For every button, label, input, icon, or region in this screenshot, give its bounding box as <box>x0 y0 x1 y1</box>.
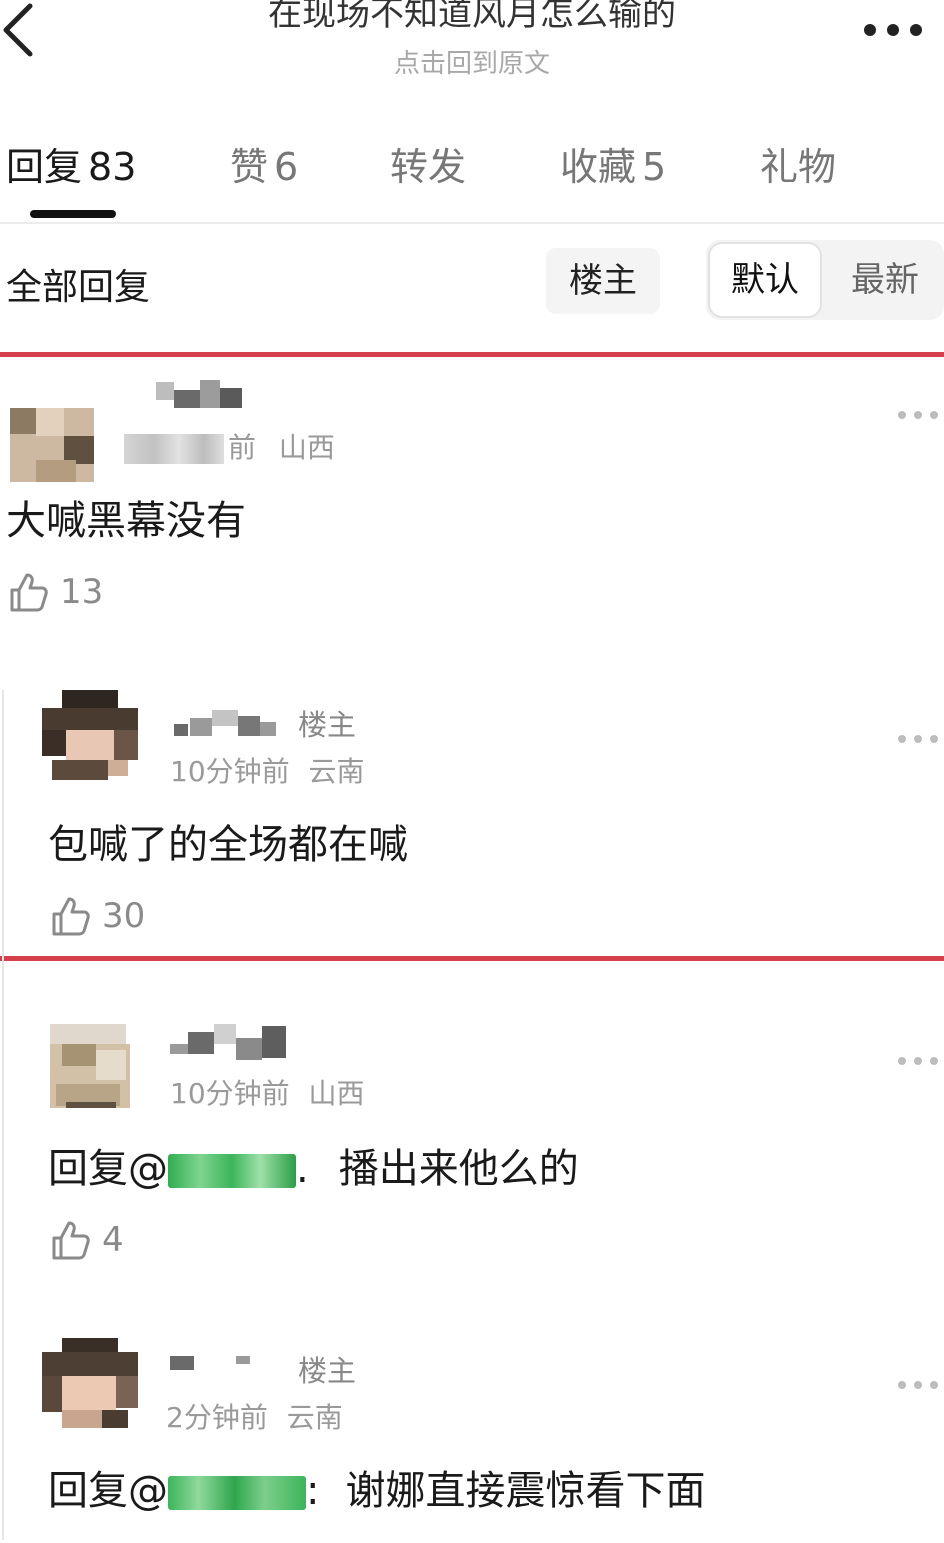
comment-location: 山西 <box>278 431 335 464</box>
mention-blurred[interactable] <box>168 1154 296 1188</box>
time-blurred <box>124 434 224 464</box>
avatar[interactable] <box>42 1338 138 1434</box>
comment-meta: 前 山西 <box>124 426 335 466</box>
comment-location: 云南 <box>286 1401 343 1434</box>
op-badge: 楼主 <box>298 1354 357 1388</box>
comment-meta: 2分钟前 云南 <box>166 1396 343 1436</box>
all-replies-label: 全部回复 <box>6 267 151 308</box>
like-count: 13 <box>60 572 104 612</box>
tab-count: 83 <box>88 145 137 189</box>
tab-label: 礼物 <box>760 145 837 189</box>
tab-count: 6 <box>274 145 299 189</box>
mention-blurred[interactable] <box>168 1476 306 1510</box>
comment-text: 大喊黑幕没有 <box>6 498 246 544</box>
reply-text: 谢娜直接震惊看下面 <box>345 1468 706 1514</box>
tab-label: 回复 <box>6 145 83 189</box>
sort-latest-button[interactable]: 最新 <box>830 242 940 318</box>
reply-prefix: 回复@ <box>48 1468 168 1514</box>
comment-meta: 10分钟前 云南 <box>170 750 365 790</box>
comment-text: 包喊了的全场都在喊 <box>48 822 408 868</box>
post-title: 在现场不知道风月怎么输的 <box>268 0 676 34</box>
comment-time: 10分钟前 <box>170 755 290 788</box>
tab-likes[interactable]: 赞6 <box>230 136 298 191</box>
tab-favorites[interactable]: 收藏 5 <box>560 136 666 191</box>
op-badge: 楼主 <box>298 708 357 742</box>
like-button[interactable]: 4 <box>48 1218 124 1262</box>
reply-separator: : <box>306 1468 320 1514</box>
filter-op-button[interactable]: 楼主 <box>546 248 660 314</box>
tab-count: 5 <box>642 145 667 189</box>
comment-location: 山西 <box>308 1077 365 1110</box>
thumbs-up-icon <box>52 1221 90 1260</box>
like-button[interactable]: 30 <box>48 894 145 938</box>
more-dots-icon[interactable] <box>896 732 940 746</box>
back-to-original-link[interactable]: 点击回到原文 <box>300 43 644 80</box>
highlight-line-top <box>0 352 944 357</box>
comment-text: 回复@: 谢娜直接震惊看下面 <box>48 1458 705 1516</box>
like-count: 4 <box>102 1220 124 1260</box>
sort-default-button[interactable]: 默认 <box>708 242 822 318</box>
tab-replies[interactable]: 回复 83 <box>6 136 136 191</box>
more-horizontal-icon[interactable] <box>858 18 928 42</box>
thumbs-up-icon <box>10 573 48 612</box>
more-dots-icon[interactable] <box>896 1054 940 1068</box>
like-count: 30 <box>102 896 146 936</box>
comment-time: 10分钟前 <box>170 1077 290 1110</box>
thread-divider <box>2 690 4 1540</box>
comment-time: 2分钟前 <box>166 1401 268 1434</box>
more-dots-icon[interactable] <box>896 408 940 422</box>
username-blurred <box>166 1020 292 1060</box>
reply-separator: . <box>296 1146 309 1192</box>
tab-gifts[interactable]: 礼物 <box>760 136 836 191</box>
more-dots-icon[interactable] <box>896 1378 940 1392</box>
comment-time: 前 <box>228 431 257 464</box>
comment-location: 云南 <box>308 755 365 788</box>
tab-label: 转发 <box>390 145 467 189</box>
username-blurred <box>126 376 246 416</box>
comment-text: 回复@. 播出来他么的 <box>48 1136 579 1194</box>
avatar[interactable] <box>6 390 102 486</box>
comment-meta: 10分钟前 山西 <box>170 1072 365 1112</box>
tab-reposts[interactable]: 转发 <box>390 136 466 191</box>
highlight-line-bottom <box>0 956 944 961</box>
avatar[interactable] <box>42 690 138 786</box>
tab-label: 收藏 <box>560 145 637 189</box>
active-tab-indicator <box>30 210 116 218</box>
username-blurred <box>166 1350 266 1390</box>
like-button[interactable]: 13 <box>6 570 103 614</box>
username-blurred <box>170 702 290 742</box>
reply-prefix: 回复@ <box>48 1146 168 1192</box>
back-chevron-icon[interactable] <box>0 0 44 64</box>
reply-text: 播出来他么的 <box>338 1146 579 1192</box>
thumbs-up-icon <box>52 897 90 936</box>
tab-label: 赞 <box>230 145 269 189</box>
tabs-divider <box>0 222 944 224</box>
avatar[interactable] <box>42 1020 138 1116</box>
